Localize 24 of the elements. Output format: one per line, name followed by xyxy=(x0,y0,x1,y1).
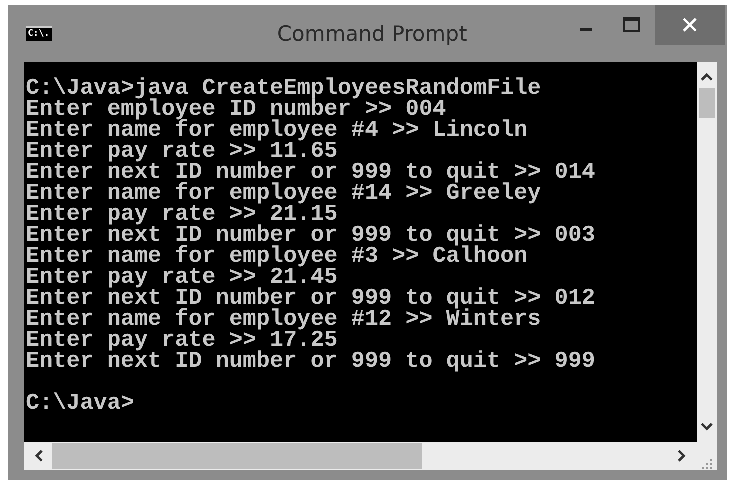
scroll-thumb[interactable] xyxy=(52,443,422,469)
console-line: Enter pay rate >> 21.15 xyxy=(26,204,339,225)
console-line: Enter pay rate >> 21.45 xyxy=(26,267,339,288)
console-line: C:\Java> xyxy=(26,393,136,414)
scroll-thumb[interactable] xyxy=(699,88,715,118)
console-line: Enter employee ID number >> 004 xyxy=(26,99,446,120)
console-line: Enter pay rate >> 17.25 xyxy=(26,330,339,351)
console-line: Enter name for employee #12 >> Winters xyxy=(26,309,542,330)
close-icon xyxy=(682,17,698,33)
console-line: Enter name for employee #3 >> Calhoon xyxy=(26,246,529,267)
app-icon: C:\. xyxy=(26,26,52,41)
window-title: Command Prompt xyxy=(276,22,468,46)
close-button[interactable] xyxy=(655,5,725,45)
console-line: Enter next ID number or 999 to quit >> 999 xyxy=(26,351,596,372)
console-line: Enter name for employee #4 >> Lincoln xyxy=(26,120,529,141)
console-line: C:\Java>java CreateEmployeesRandomFile xyxy=(26,78,542,99)
console-line: Enter pay rate >> 11.65 xyxy=(26,141,339,162)
console-line: Enter name for employee #14 >> Greeley xyxy=(26,183,542,204)
console-line: Enter next ID number or 999 to quit >> 012 xyxy=(26,288,596,309)
maximize-icon xyxy=(623,17,641,33)
resize-grip-icon[interactable] xyxy=(701,458,713,470)
console-line: Enter next ID number or 999 to quit >> 003 xyxy=(26,225,596,246)
minimize-icon xyxy=(580,28,592,31)
console-line: Enter next ID number or 999 to quit >> 014 xyxy=(26,162,596,183)
